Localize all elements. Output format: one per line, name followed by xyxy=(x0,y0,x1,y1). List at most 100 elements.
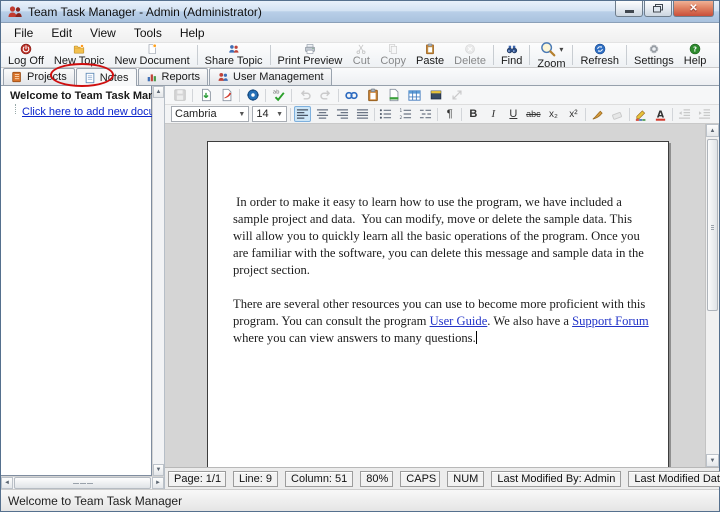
toolbar-label: Help xyxy=(684,55,707,67)
page-setup-icon xyxy=(246,88,260,102)
tree-horizontal-scrollbar[interactable]: ◄ ► xyxy=(1,476,164,489)
subscript-button[interactable]: x₂ xyxy=(545,106,562,122)
new-document-button[interactable]: New Document xyxy=(109,43,194,67)
title-bar[interactable]: Team Task Manager - Admin (Administrator… xyxy=(1,1,719,23)
menu-tools[interactable]: Tools xyxy=(125,23,171,43)
tree-connector xyxy=(15,104,16,114)
paste-button[interactable]: Paste xyxy=(411,43,449,67)
tree-root-row[interactable]: Welcome to Team Task Manager xyxy=(1,86,151,103)
toolbar-separator xyxy=(192,89,193,102)
projects-icon xyxy=(11,71,23,83)
underline-button[interactable]: U xyxy=(505,106,522,122)
new-topic-button[interactable]: New Topic xyxy=(49,43,110,67)
clipboard-small-icon xyxy=(366,88,380,102)
document-page[interactable]: In order to make it easy to learn how to… xyxy=(207,141,669,467)
table-icon xyxy=(407,88,422,103)
scroll-down-icon[interactable]: ▼ xyxy=(706,454,719,467)
toolbar-separator xyxy=(585,108,586,121)
copy-icon xyxy=(384,43,402,55)
highlight-color-button[interactable] xyxy=(632,106,649,122)
menu-help[interactable]: Help xyxy=(171,23,214,43)
document-text: In order to make it easy to learn how to… xyxy=(233,194,652,347)
scroll-up-icon[interactable]: ▲ xyxy=(153,86,164,98)
hyperlink-button[interactable] xyxy=(343,87,360,103)
multilevel-list-button[interactable] xyxy=(417,106,434,122)
align-left-button[interactable] xyxy=(294,106,311,122)
toolbar-separator xyxy=(493,45,494,65)
binoculars-icon xyxy=(503,43,521,55)
paste-special-button[interactable] xyxy=(364,87,381,103)
pilcrow-button[interactable]: ¶ xyxy=(441,106,458,122)
tab-notes[interactable]: Notes xyxy=(76,68,137,86)
folder-icon xyxy=(70,43,88,55)
refresh-button[interactable]: Refresh xyxy=(575,43,624,67)
close-button[interactable]: ✕ xyxy=(673,1,714,17)
scrollbar-thumb[interactable] xyxy=(707,139,718,311)
share-topic-button[interactable]: Share Topic xyxy=(200,43,268,67)
italic-button[interactable]: I xyxy=(485,106,502,122)
scroll-down-icon[interactable]: ▼ xyxy=(153,464,164,476)
tab-reports[interactable]: Reports xyxy=(138,68,209,85)
help-button[interactable]: ? Help xyxy=(679,43,712,67)
toolbar-label: Find xyxy=(501,55,522,67)
tree-view[interactable]: Welcome to Team Task Manager ? Click her… xyxy=(1,86,152,476)
highlighter-icon xyxy=(634,108,647,121)
superscript-button[interactable]: x² xyxy=(565,106,582,122)
font-name-select[interactable]: Cambria▼ xyxy=(171,106,249,122)
print-preview-button[interactable]: Print Preview xyxy=(273,43,348,67)
toolbar-separator xyxy=(291,89,292,102)
font-size-select[interactable]: 14▼ xyxy=(252,106,287,122)
font-color-button[interactable]: A xyxy=(652,106,669,122)
import-button[interactable] xyxy=(197,87,214,103)
export-pdf-button[interactable] xyxy=(218,87,235,103)
zoom-button[interactable]: ▾ Zoom xyxy=(532,43,570,67)
spell-check-button[interactable]: ab xyxy=(270,87,287,103)
scrollbar-thumb[interactable] xyxy=(14,477,151,489)
format-painter-button[interactable] xyxy=(589,106,606,122)
menu-edit[interactable]: Edit xyxy=(42,23,81,43)
menu-file[interactable]: File xyxy=(5,23,42,43)
brush-icon xyxy=(591,108,604,121)
status-caps-indicator: CAPS xyxy=(400,471,440,487)
support-forum-link[interactable]: Support Forum xyxy=(572,314,649,328)
close-icon: ✕ xyxy=(689,3,697,14)
status-modified-by: Last Modified By: Admin xyxy=(491,471,621,487)
logoff-button[interactable]: Log Off xyxy=(3,43,49,67)
page-break-button[interactable] xyxy=(385,87,402,103)
bold-button[interactable]: B xyxy=(465,106,482,122)
tab-projects[interactable]: Projects xyxy=(3,68,75,85)
zoom-dropdown-caret-icon[interactable]: ▾ xyxy=(559,45,563,54)
settings-button[interactable]: Settings xyxy=(629,43,679,67)
restore-button[interactable] xyxy=(644,1,672,17)
toolbar-separator xyxy=(437,108,438,121)
tree-vertical-scrollbar[interactable]: ▲ ▼ xyxy=(152,86,164,476)
find-button[interactable]: Find xyxy=(496,43,527,67)
align-right-button[interactable] xyxy=(334,106,351,122)
redo-icon xyxy=(319,88,333,102)
magnifier-icon xyxy=(539,40,557,58)
tree-child-row[interactable]: ? Click here to add new document xyxy=(1,103,151,118)
scroll-right-icon[interactable]: ► xyxy=(152,477,164,489)
tab-user-management[interactable]: User Management xyxy=(209,68,332,85)
strikethrough-button[interactable]: abc xyxy=(525,106,542,122)
toolbar-separator xyxy=(290,108,291,121)
align-justify-button[interactable] xyxy=(354,106,371,122)
editor-vertical-scrollbar[interactable]: ▲ ▼ xyxy=(705,124,719,467)
insert-table-button[interactable] xyxy=(406,87,423,103)
chevron-down-icon: ▼ xyxy=(238,111,245,118)
svg-text:?: ? xyxy=(693,45,697,53)
status-page: Page: 1/1 xyxy=(168,471,226,487)
scroll-left-icon[interactable]: ◄ xyxy=(1,477,13,489)
bookmark-button[interactable] xyxy=(427,87,444,103)
page-setup-button[interactable] xyxy=(244,87,261,103)
numbered-list-button[interactable]: 12 xyxy=(397,106,414,122)
minimize-button[interactable] xyxy=(615,1,643,17)
align-center-button[interactable] xyxy=(314,106,331,122)
scroll-up-icon[interactable]: ▲ xyxy=(706,124,719,137)
bullet-list-button[interactable] xyxy=(377,106,394,122)
editor-toolbar-format: Cambria▼ 14▼ 12 ¶ B I U abc x₂ x² xyxy=(165,105,719,124)
toolbar-label: New Topic xyxy=(54,55,105,67)
user-guide-link[interactable]: User Guide xyxy=(430,314,488,328)
eraser-icon xyxy=(611,108,624,121)
menu-view[interactable]: View xyxy=(81,23,125,43)
